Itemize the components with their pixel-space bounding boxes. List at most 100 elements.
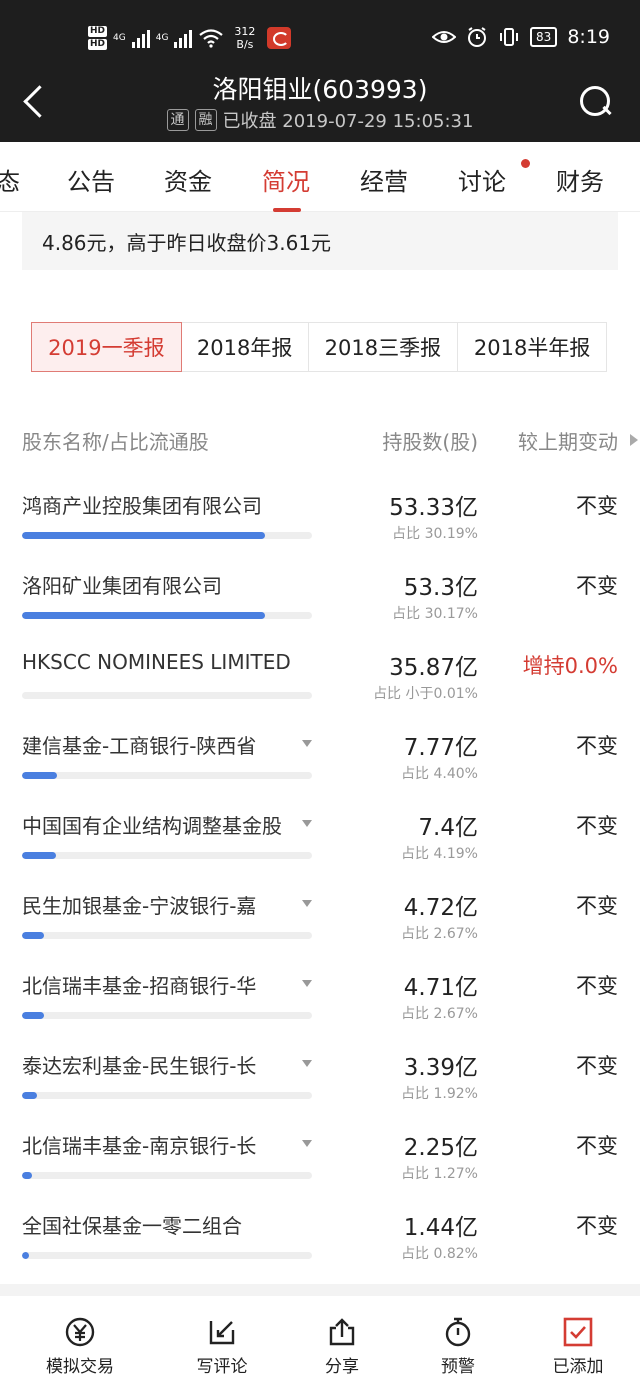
expand-caret-icon[interactable] — [302, 1060, 312, 1067]
share-percentage: 占比 4.40% — [401, 766, 478, 782]
table-row[interactable]: 北信瑞丰基金-招商银行-华 4.71亿 占比 2.67% 不变 — [0, 970, 640, 1050]
holding-change: 增持0.0% — [522, 654, 618, 678]
shares-held: 4.72亿 — [403, 895, 478, 921]
yen-circle-icon — [65, 1317, 95, 1347]
app-notification-icon — [267, 27, 292, 49]
expand-caret-icon[interactable] — [302, 900, 312, 907]
status-right: 83 8:19 — [432, 26, 610, 48]
market-status: 已收盘 2019-07-29 15:05:31 — [222, 111, 474, 132]
shares-held: 2.25亿 — [403, 1135, 478, 1161]
holding-change: 不变 — [576, 894, 618, 918]
holding-change: 不变 — [576, 974, 618, 998]
holding-change: 不变 — [576, 1054, 618, 1078]
shares-held: 53.3亿 — [403, 575, 478, 601]
simulate-trade-label: 模拟交易 — [46, 1357, 114, 1377]
share-percentage: 占比 1.27% — [401, 1166, 478, 1182]
holding-ratio-bar — [22, 1012, 312, 1019]
tong-tag: 通 — [166, 109, 189, 131]
shares-held: 7.77亿 — [403, 735, 478, 761]
share-percentage: 占比 小于0.01% — [373, 686, 478, 702]
period-2018-annual[interactable]: 2018年报 — [182, 323, 309, 371]
share-percentage: 占比 1.92% — [401, 1086, 478, 1102]
shareholder-name: 中国国有企业结构调整基金股 — [22, 814, 282, 838]
shareholder-name: 民生加银基金-宁波银行-嘉 — [22, 894, 257, 918]
shares-held: 1.44亿 — [403, 1215, 478, 1241]
table-row[interactable]: 全国社保基金一零二组合 1.44亿 占比 0.82% 不变 — [0, 1210, 640, 1290]
write-comment-button[interactable]: 写评论 — [162, 1296, 282, 1386]
shares-held: 3.39亿 — [403, 1055, 478, 1081]
expand-caret-icon[interactable] — [302, 740, 312, 747]
status-bar: HD HD 4G 4G 312 B/s 83 8:19 — [0, 0, 640, 60]
shares-held: 53.33亿 — [389, 495, 478, 521]
market-status-line: 通 融 已收盘 2019-07-29 15:05:31 — [0, 107, 640, 133]
tab-discussion[interactable]: 讨论 — [458, 162, 506, 197]
expand-caret-icon[interactable] — [302, 1140, 312, 1147]
table-row[interactable]: 建信基金-工商银行-陕西省 7.77亿 占比 4.40% 不变 — [0, 730, 640, 810]
app-header: HD HD 4G 4G 312 B/s 83 8:19 洛阳钼业(603993)… — [0, 0, 640, 142]
hd-badge-1: HD — [88, 26, 108, 37]
search-icon[interactable] — [578, 84, 614, 120]
tab-announcements[interactable]: 公告 — [67, 162, 115, 197]
signal-icon-2 — [174, 28, 193, 48]
holding-ratio-bar — [22, 1252, 312, 1259]
tab-operations[interactable]: 经营 — [360, 162, 408, 197]
battery-level: 83 — [530, 27, 558, 47]
section-tabs: 态 公告 资金 简况 经营 讨论 财务 — [0, 142, 640, 212]
info-card: 4.86元，高于昨日收盘价3.61元 — [22, 212, 618, 270]
wifi-icon — [199, 29, 224, 48]
holding-ratio-fill — [22, 932, 44, 939]
info-card-text: 4.86元，高于昨日收盘价3.61元 — [42, 231, 332, 255]
share-percentage: 占比 2.67% — [401, 1006, 478, 1022]
header-shares: 持股数(股) — [382, 430, 478, 454]
holding-ratio-fill — [22, 612, 265, 619]
share-button[interactable]: 分享 — [282, 1296, 402, 1386]
tab-funds[interactable]: 资金 — [164, 162, 212, 197]
expand-caret-icon[interactable] — [302, 980, 312, 987]
holding-ratio-bar — [22, 612, 312, 619]
network-speed: 312 B/s — [234, 25, 255, 51]
tab-finance[interactable]: 财务 — [556, 162, 604, 197]
holding-change: 不变 — [576, 1134, 618, 1158]
checkbox-icon — [563, 1317, 593, 1347]
table-row[interactable]: 中国国有企业结构调整基金股 7.4亿 占比 4.19% 不变 — [0, 810, 640, 890]
table-row[interactable]: 北信瑞丰基金-南京银行-长 2.25亿 占比 1.27% 不变 — [0, 1130, 640, 1210]
alert-label: 预警 — [441, 1357, 475, 1377]
holding-ratio-bar — [22, 932, 312, 939]
shareholder-name: 全国社保基金一零二组合 — [22, 1214, 242, 1238]
holding-change: 不变 — [576, 494, 618, 518]
alert-button[interactable]: 预警 — [398, 1296, 518, 1386]
eye-icon — [432, 31, 457, 43]
table-row[interactable]: 鸿商产业控股集团有限公司 53.33亿 占比 30.19% 不变 — [0, 490, 640, 570]
network-label-1: 4G — [113, 33, 126, 43]
table-row[interactable]: 泰达宏利基金-民生银行-长 3.39亿占比 1.92% 不变 — [0, 1050, 640, 1130]
added-watchlist-button[interactable]: 已添加 — [518, 1296, 638, 1386]
period-2018-half[interactable]: 2018半年报 — [458, 323, 606, 371]
status-left: HD HD 4G 4G 312 B/s — [88, 18, 292, 58]
bottom-divider — [0, 1284, 640, 1296]
holding-change: 不变 — [576, 814, 618, 838]
tab-dynamic[interactable]: 态 — [0, 162, 20, 197]
simulate-trade-button[interactable]: 模拟交易 — [20, 1296, 140, 1386]
pencil-icon — [209, 1321, 235, 1345]
table-row[interactable]: 洛阳矿业集团有限公司 53.3亿 占比 30.17% 不变 — [0, 570, 640, 650]
holding-ratio-fill — [22, 852, 56, 859]
share-percentage: 占比 30.17% — [392, 606, 478, 622]
expand-caret-icon[interactable] — [302, 820, 312, 827]
header-name: 股东名称/占比流通股 — [22, 430, 209, 454]
tab-overview[interactable]: 简况 — [262, 162, 310, 197]
holding-ratio-fill — [22, 532, 266, 539]
period-2019-q1[interactable]: 2019一季报 — [31, 322, 182, 372]
holding-ratio-fill — [22, 772, 58, 779]
holding-ratio-fill — [22, 1092, 38, 1099]
table-row[interactable]: HKSCC NOMINEES LIMITED 35.87亿 占比 小于0.01% 增持… — [0, 650, 640, 730]
holding-ratio-bar — [22, 852, 312, 859]
period-2018-q3[interactable]: 2018三季报 — [309, 323, 459, 371]
shareholder-name: 泰达宏利基金-民生银行-长 — [22, 1054, 257, 1078]
bottom-toolbar: 模拟交易 写评论 分享 预警 已添加 — [0, 1296, 640, 1386]
table-row[interactable]: 民生加银基金-宁波银行-嘉 4.72亿 占比 2.67% 不变 — [0, 890, 640, 970]
shares-held: 7.4亿 — [418, 815, 478, 841]
shareholder-name: 鸿商产业控股集团有限公司 — [22, 494, 262, 518]
added-watchlist-label: 已添加 — [552, 1357, 604, 1377]
share-label: 分享 — [325, 1357, 359, 1377]
scroll-right-icon[interactable] — [630, 434, 638, 446]
